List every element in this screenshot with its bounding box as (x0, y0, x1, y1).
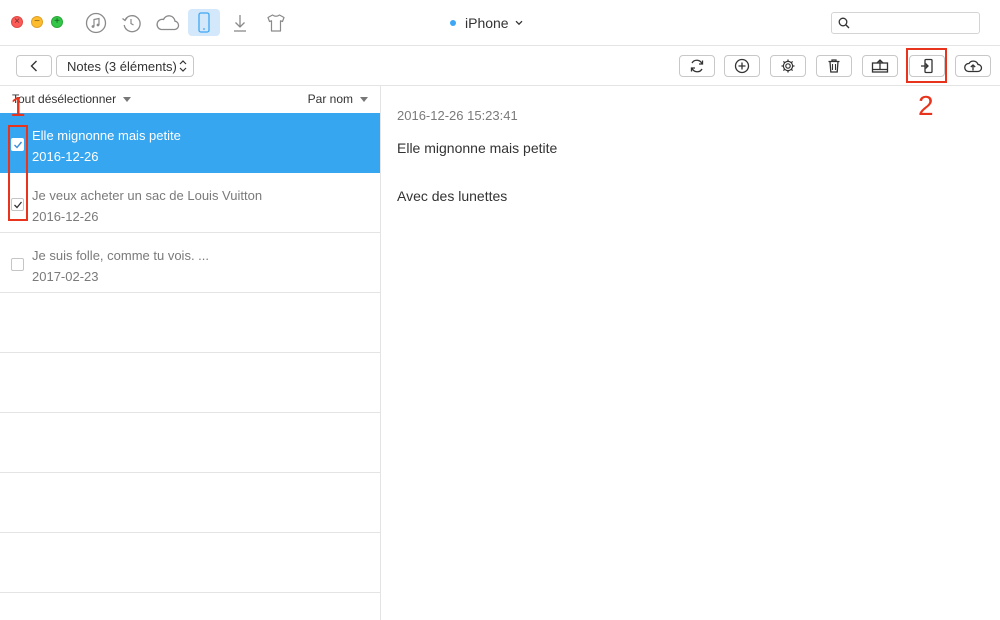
maximize-icon: + (54, 16, 60, 27)
connected-dot-icon (450, 20, 456, 26)
annotation-box-checkboxes (8, 125, 28, 221)
music-icon (85, 12, 107, 33)
empty-row (0, 293, 380, 353)
note-title: Elle mignonne mais petite (32, 128, 181, 143)
device-selector[interactable]: iPhone (450, 13, 523, 33)
icloud-icon (156, 14, 180, 30)
deselect-all-dropdown[interactable]: Tout désélectionner (12, 92, 132, 106)
annotation-box-import-button (906, 48, 947, 83)
notes-list-panel: Tout désélectionner Par nom Elle mignonn… (0, 86, 381, 620)
updown-chevron-icon (179, 60, 187, 72)
search-input[interactable] (854, 15, 976, 31)
dropdown-triangle-icon (123, 96, 132, 102)
search-icon (838, 17, 850, 29)
empty-row (0, 533, 380, 593)
export-to-computer-icon (871, 59, 889, 73)
search-box[interactable] (831, 12, 980, 34)
chevron-down-icon (515, 20, 523, 26)
settings-button[interactable] (770, 55, 806, 77)
download-icon (234, 14, 246, 32)
note-timestamp: 2016-12-26 15:23:41 (397, 108, 518, 123)
annotation-label-1: 1 (10, 91, 26, 122)
note-detail-panel: 2016-12-26 15:23:41 Elle mignonne mais p… (381, 86, 1000, 620)
close-icon: × (14, 16, 20, 27)
title-bar: × − + iPhone (0, 0, 1000, 46)
toolbar: Notes (3 éléments) (0, 46, 1000, 86)
minimize-window-button[interactable]: − (31, 16, 43, 28)
nav-music-button[interactable] (80, 9, 112, 36)
empty-row (0, 413, 380, 473)
iphone-icon (198, 11, 210, 33)
chevron-left-icon (30, 60, 37, 72)
app-window: × − + iPhone Notes (3 éléments) Tout dés… (0, 0, 1000, 620)
list-header: Tout désélectionner Par nom (0, 86, 380, 113)
nav-download-button[interactable] (224, 9, 256, 36)
nav-toolbox-button[interactable] (260, 9, 292, 36)
add-icon (734, 58, 750, 74)
back-button[interactable] (16, 55, 52, 77)
annotation-label-2: 2 (918, 90, 934, 121)
sort-dropdown[interactable]: Par nom (308, 92, 368, 106)
note-row[interactable]: Je suis folle, comme tu vois. ... 2017-0… (0, 233, 380, 293)
tshirt-icon (267, 13, 285, 32)
upload-to-cloud-icon (964, 60, 983, 73)
note-date: 2016-12-26 (32, 209, 99, 224)
close-window-button[interactable]: × (11, 16, 23, 28)
restore-icon (122, 14, 141, 32)
delete-button[interactable] (816, 55, 852, 77)
nav-icloud-button[interactable] (152, 9, 184, 36)
note-content-line: Avec des lunettes (397, 188, 508, 204)
settings-icon (781, 59, 795, 73)
category-label: Notes (3 éléments) (67, 58, 177, 74)
sort-label: Par nom (307, 92, 353, 106)
add-button[interactable] (724, 55, 760, 77)
delete-icon (828, 59, 840, 73)
note-row[interactable]: Elle mignonne mais petite 2016-12-26 (0, 113, 380, 173)
device-name: iPhone (465, 15, 509, 31)
upload-to-cloud-button[interactable] (955, 55, 991, 77)
note-title: Je veux acheter un sac de Louis Vuitton (32, 188, 263, 203)
minimize-icon: − (34, 16, 40, 27)
refresh-button[interactable] (679, 55, 715, 77)
note-title: Je suis folle, comme tu vois. ... (32, 248, 210, 263)
category-selector[interactable]: Notes (3 éléments) (56, 55, 194, 77)
empty-row (0, 353, 380, 413)
nav-iphone-button[interactable] (188, 9, 220, 36)
note-row[interactable]: Je veux acheter un sac de Louis Vuitton … (0, 173, 380, 233)
deselect-all-label: Tout désélectionner (12, 92, 117, 106)
note-checkbox[interactable] (11, 258, 24, 271)
dropdown-triangle-icon (360, 96, 368, 102)
note-content-line: Elle mignonne mais petite (397, 140, 558, 156)
empty-row (0, 473, 380, 533)
note-date: 2016-12-26 (32, 149, 99, 164)
note-date: 2017-02-23 (32, 269, 99, 284)
export-to-computer-button[interactable] (862, 55, 898, 77)
refresh-icon (690, 59, 704, 73)
maximize-window-button[interactable]: + (51, 16, 63, 28)
nav-restore-button[interactable] (115, 9, 147, 36)
